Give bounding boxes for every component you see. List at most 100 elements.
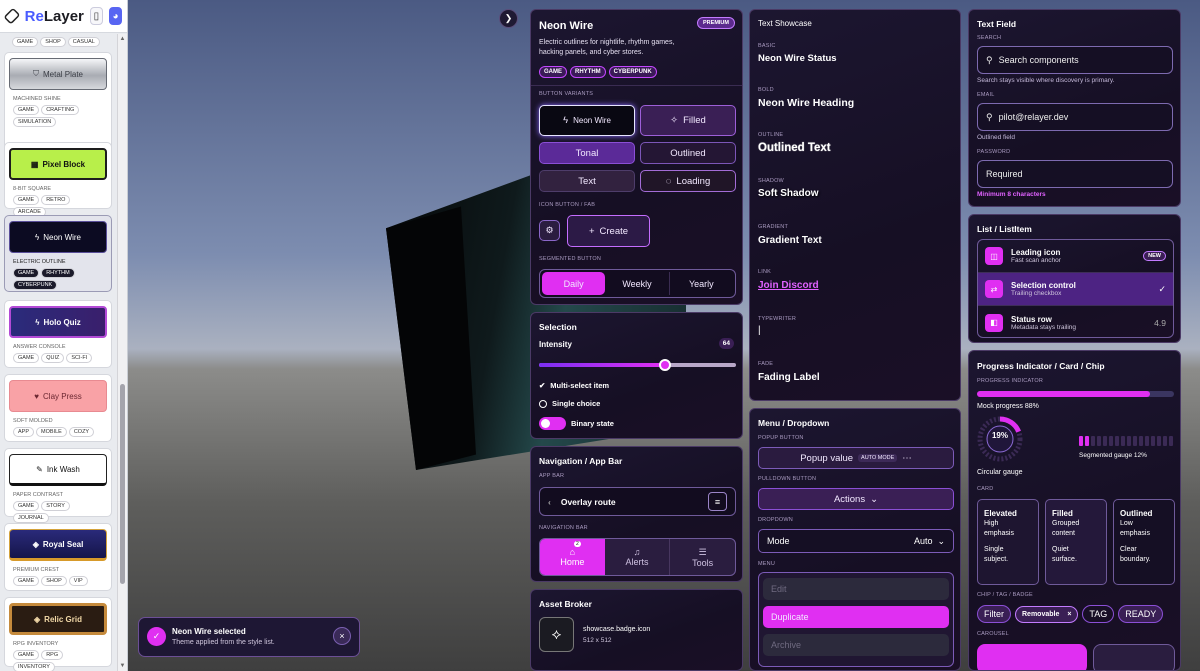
style-card-clay-press[interactable]: ♥ Clay Press SOFT MOLDED APP MOBILE COZY: [4, 374, 112, 442]
section-label: CARD: [977, 486, 994, 492]
tonal-button[interactable]: Tonal: [539, 142, 635, 164]
toggle-switch[interactable]: [539, 417, 566, 430]
check-icon: ✔: [539, 381, 546, 390]
single-choice-radio[interactable]: Single choice: [539, 399, 600, 408]
gear-icon: ⚙: [545, 225, 554, 235]
section-label: DROPDOWN: [758, 517, 793, 523]
style-subtitle: PAPER CONTRAST: [13, 492, 64, 498]
bolt-icon: ϟ: [35, 317, 40, 327]
menu-item-duplicate[interactable]: Duplicate: [763, 606, 949, 628]
segment-weekly[interactable]: Weekly: [605, 272, 670, 295]
actions-pulldown[interactable]: Actions ⌄: [758, 488, 954, 510]
popup-button[interactable]: Popup value AUTO MODE ⋯: [758, 447, 954, 469]
style-card-royal-seal[interactable]: ◈ Royal Seal PREMIUM CREST GAME SHOP VIP: [4, 523, 112, 591]
settings-icon-button[interactable]: ⚙: [539, 220, 560, 241]
shadow-text: Soft Shadow: [758, 188, 819, 199]
slider-handle[interactable]: [659, 359, 672, 371]
password-field[interactable]: Required: [977, 160, 1173, 188]
gauge-segment: [1121, 436, 1125, 446]
discord-link[interactable]: Join Discord: [758, 280, 819, 291]
segment-yearly[interactable]: Yearly: [670, 272, 733, 295]
intensity-label: Intensity: [539, 340, 572, 349]
style-card-pixel-block[interactable]: ▦ Pixel Block 8-BIT SQUARE GAME RETRO ARCAD…: [4, 142, 112, 217]
chevron-left-icon[interactable]: ‹: [548, 497, 551, 507]
text-button[interactable]: Text: [539, 170, 635, 192]
carousel-slide[interactable]: [977, 644, 1087, 670]
style-card-neon-wire[interactable]: ϟ Neon Wire ELECTRIC OUTLINE GAME RHYTHM CY…: [4, 215, 112, 292]
gauge-segment: [1115, 436, 1119, 446]
preview: ϟ Neon Wire: [9, 221, 107, 253]
panel-title: Progress Indicator / Card / Chip: [977, 361, 1105, 371]
spinner-icon: ◌: [665, 175, 672, 187]
tags: GAME CRAFTING SIMULATION: [5, 105, 111, 127]
filter-chip[interactable]: Filter: [977, 605, 1011, 623]
close-icon[interactable]: ×: [1067, 611, 1071, 618]
neon-wire-button[interactable]: ϟ Neon Wire: [539, 105, 635, 136]
style-card-holo-quiz[interactable]: ϟ Holo Quiz ANSWER CONSOLE GAME QUIZ SCI-FI: [4, 300, 112, 368]
card-outlined[interactable]: Outlined Low emphasis Clear boundary.: [1113, 499, 1175, 585]
expand-panels-button[interactable]: ❯: [499, 9, 518, 28]
filled-button[interactable]: ✧ Filled: [640, 105, 736, 136]
sidebar-scrollbar[interactable]: ▲ ▼: [117, 34, 127, 671]
field-label: SEARCH: [977, 35, 1002, 41]
gauge-segment: [1163, 436, 1167, 446]
nav-item-tools[interactable]: ☰ Tools: [670, 539, 735, 575]
check-icon[interactable]: ✓: [1158, 284, 1166, 295]
gauge-segment: [1097, 436, 1101, 446]
list: ◫ Leading icon Fast scan anchor NEW ⇄ Sel…: [977, 239, 1174, 338]
intensity-slider[interactable]: [539, 359, 736, 371]
multi-select-checkbox[interactable]: ✔ Multi-select item: [539, 381, 609, 390]
tags: APP MOBILE COZY: [5, 427, 111, 437]
menu-item-edit[interactable]: Edit: [763, 578, 949, 600]
close-icon[interactable]: ×: [333, 627, 351, 645]
heart-icon: ♥: [34, 391, 40, 401]
email-field[interactable]: ⚲ pilot@relayer.dev: [977, 103, 1173, 131]
preview: ▦ Pixel Block: [9, 148, 107, 180]
scroll-thumb[interactable]: [120, 384, 125, 584]
asset-size: 512 x 512: [583, 637, 612, 644]
intensity-value: 64: [718, 338, 734, 349]
navigation-panel: Navigation / App Bar APP BAR ‹ Overlay ro…: [530, 446, 743, 582]
card-elevated[interactable]: Elevated High emphasis Single subject.: [977, 499, 1039, 585]
style-list[interactable]: GAME SHOP CASUAL ⛉ Metal Plate MACHINED S…: [0, 34, 117, 671]
tag: GAME: [12, 37, 39, 47]
binary-state-toggle[interactable]: Binary state: [539, 417, 614, 430]
typewriter-text: |: [758, 325, 761, 336]
outlined-button[interactable]: Outlined: [640, 142, 736, 164]
list-item[interactable]: ◫ Leading icon Fast scan anchor NEW: [978, 240, 1173, 273]
style-card-ink-wash[interactable]: ✎ Ink Wash PAPER CONTRAST GAME STORY JOURNA…: [4, 448, 112, 523]
carousel-slide[interactable]: [1093, 644, 1175, 670]
bolt-icon: ϟ: [563, 115, 569, 126]
discord-icon[interactable]: ◕: [108, 7, 122, 25]
nav-item-alerts[interactable]: ♫ Alerts: [605, 539, 671, 575]
card-filled[interactable]: Filled Grouped content Quiet surface.: [1045, 499, 1107, 585]
loading-button[interactable]: ◌ Loading: [640, 170, 736, 192]
nav-item-home[interactable]: ⌂ 2 Home: [540, 539, 605, 575]
outlined-text: Outlined Text: [758, 142, 831, 154]
menu-icon[interactable]: ≡: [708, 492, 727, 511]
list-item[interactable]: ⇄ Selection control Trailing checkbox ✓: [978, 273, 1173, 306]
mode-dropdown[interactable]: Mode Auto ⌄: [758, 529, 954, 553]
scroll-up-icon[interactable]: ▲: [118, 36, 127, 42]
gauge-segment: [1145, 436, 1149, 446]
gauge-segment: [1103, 436, 1107, 446]
search-input[interactable]: ⚲ Search components: [977, 46, 1173, 74]
gauge-segment: [1085, 436, 1089, 446]
list-item[interactable]: ◧ Status row Metadata stays trailing 4.9: [978, 306, 1173, 337]
tags: GAME RETRO ARCADE: [5, 195, 111, 217]
segmented-label: Segmented gauge 12%: [1079, 452, 1147, 459]
section-label: APP BAR: [539, 473, 565, 479]
create-fab[interactable]: + Create: [567, 215, 650, 247]
tags: GAME RHYTHM CYBERPUNK: [5, 268, 111, 290]
removable-chip[interactable]: Removable ×: [1015, 605, 1079, 623]
menu-item-archive[interactable]: Archive: [763, 634, 949, 656]
tags: GAME STORY JOURNAL: [5, 501, 111, 523]
style-card-relic-grid[interactable]: ◈ Relic Grid RPG INVENTORY GAME RPG INVENTO…: [4, 597, 112, 671]
tags: GAME QUIZ SCI-FI: [5, 353, 111, 363]
scroll-down-icon[interactable]: ▼: [118, 663, 127, 669]
book-icon[interactable]: ▯: [89, 7, 103, 25]
segment-daily[interactable]: Daily: [542, 272, 606, 295]
tags: GAME SHOP VIP: [5, 576, 111, 586]
style-card-metal-plate[interactable]: ⛉ Metal Plate MACHINED SHINE GAME CRAFTING…: [4, 52, 112, 152]
gauge-segment: [1169, 436, 1173, 446]
